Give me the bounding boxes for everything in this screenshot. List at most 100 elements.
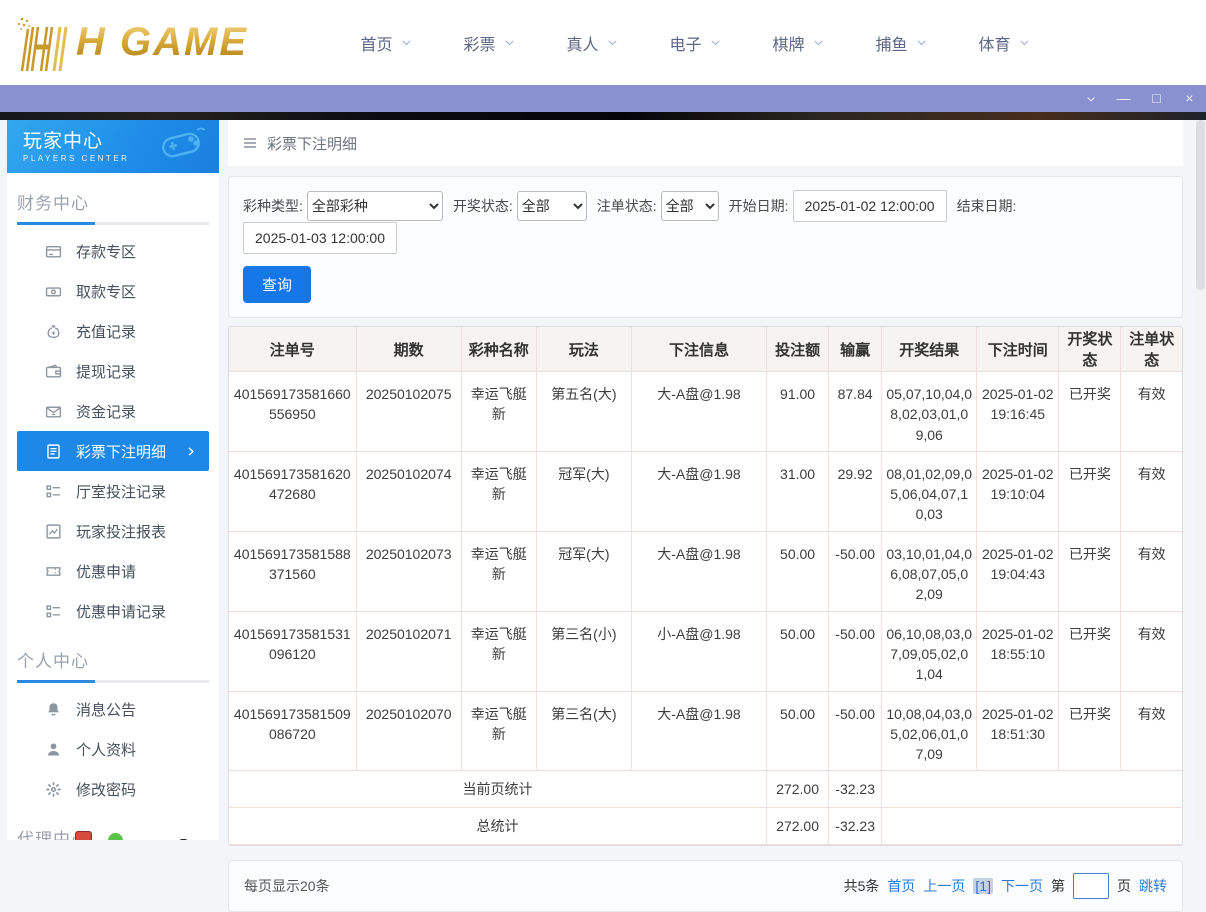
table-cell: 大-A盘@1.98 bbox=[630, 371, 768, 452]
column-header: 输赢 bbox=[828, 327, 883, 372]
nav-item-6[interactable]: 体育 bbox=[953, 31, 1056, 55]
sidebar-item-recharge-record[interactable]: 充值记录 bbox=[17, 311, 209, 351]
scrollbar-thumb[interactable] bbox=[1196, 120, 1205, 290]
lottery-type-label: 彩种类型: bbox=[243, 198, 303, 214]
table-cell: 50.00 bbox=[766, 690, 830, 772]
sidebar-item-withdraw[interactable]: 取款专区 bbox=[17, 271, 209, 311]
sidebar-item-withdrawal-record[interactable]: 提现记录 bbox=[17, 351, 209, 391]
table-cell: -50.00 bbox=[828, 530, 883, 612]
jump-page-input[interactable] bbox=[1073, 873, 1109, 900]
table-cell: 第三名(小) bbox=[535, 610, 632, 692]
nav-item-label: 电子 bbox=[669, 36, 702, 54]
table-cell: 20250102073 bbox=[355, 530, 462, 612]
summary-winloss-total: -32.23 bbox=[828, 807, 883, 846]
prev-page-link[interactable]: 上一页 bbox=[923, 876, 965, 896]
nav-item-label: 棋牌 bbox=[772, 36, 805, 54]
player-bet-report-icon bbox=[45, 523, 62, 540]
window-minimize-button[interactable]: — bbox=[1107, 85, 1140, 112]
draw-status-select[interactable]: 全部 bbox=[516, 191, 587, 221]
sidebar-item-label: 资金记录 bbox=[76, 403, 137, 421]
sidebar-item-profile[interactable]: 个人资料 bbox=[17, 729, 209, 769]
chevron-down-icon bbox=[915, 36, 928, 49]
table-cell: -50.00 bbox=[828, 690, 883, 772]
first-page-link[interactable]: 首页 bbox=[887, 876, 915, 896]
query-button[interactable]: 查询 bbox=[243, 266, 312, 303]
summary-label: 当前页统计 bbox=[229, 770, 768, 809]
table-row: 401569173581509086720 20250102070 幸运飞艇新 第三名… bbox=[229, 690, 1182, 772]
table-cell: 10,08,04,03,05,02,06,01,07,09 bbox=[881, 690, 978, 772]
window-chevron-button[interactable] bbox=[1074, 85, 1107, 112]
nav-item-1[interactable]: 彩票 bbox=[438, 31, 541, 55]
nav-item-label: 捕鱼 bbox=[875, 36, 908, 54]
table-cell: 2025-01-02 18:55:10 bbox=[976, 610, 1060, 692]
window-maximize-button[interactable]: □ bbox=[1140, 85, 1173, 112]
lottery-type-select[interactable]: 全部彩种 bbox=[306, 191, 443, 221]
start-date-input[interactable] bbox=[792, 190, 947, 222]
table-cell: 401569173581509086720 bbox=[229, 690, 357, 772]
nav-item-5[interactable]: 捕鱼 bbox=[850, 31, 953, 55]
menu-icon[interactable] bbox=[242, 135, 258, 151]
summary-bet-total: 272.00 bbox=[766, 770, 830, 809]
sidebar-item-player-bet-report[interactable]: 玩家投注报表 bbox=[17, 511, 209, 551]
sidebar-item-lottery-bet-detail[interactable]: 彩票下注明细 bbox=[17, 431, 209, 471]
banner-strip bbox=[0, 112, 1206, 120]
window-close-button[interactable]: × bbox=[1173, 85, 1206, 112]
chevron-down-icon bbox=[606, 36, 619, 49]
table-cell: 大-A盘@1.98 bbox=[630, 450, 768, 532]
table-cell: 冠军(大) bbox=[535, 450, 632, 532]
nav-item-2[interactable]: 真人 bbox=[541, 31, 644, 55]
recharge-record-icon bbox=[45, 323, 62, 340]
summary-row-grand-total: 总统计 272.00 -32.23 bbox=[229, 807, 1182, 846]
table-cell: 有效 bbox=[1120, 610, 1182, 692]
scrollbar-track[interactable] bbox=[1195, 120, 1206, 840]
nav-item-3[interactable]: 电子 bbox=[644, 31, 747, 55]
chevron-down-icon bbox=[1086, 97, 1095, 102]
sidebar-item-password-gear[interactable]: 修改密码 bbox=[17, 769, 209, 809]
sidebar-item-label: 优惠申请记录 bbox=[76, 603, 167, 621]
table-cell: 20250102074 bbox=[355, 450, 462, 532]
table-cell: 已开奖 bbox=[1058, 371, 1122, 452]
nav-item-0[interactable]: 首页 bbox=[335, 31, 438, 55]
chevron-down-icon bbox=[812, 36, 825, 49]
table-cell: 2025-01-02 19:04:43 bbox=[976, 530, 1060, 612]
sidebar-item-notice-bell[interactable]: 消息公告 bbox=[17, 689, 209, 729]
sidebar-item-hall-bet-record[interactable]: 厅室投注记录 bbox=[17, 471, 209, 511]
peek-red-icon bbox=[75, 831, 92, 840]
table-cell: 20250102071 bbox=[355, 610, 462, 692]
table-cell: 401569173581660556950 bbox=[229, 371, 357, 452]
pagination-bar: 每页显示20条 共5条 首页 上一页 [1] 下一页 第 页 跳转 bbox=[228, 860, 1183, 912]
table-cell: 06,10,08,03,07,09,05,02,01,04 bbox=[881, 610, 978, 692]
table-cell: 05,07,10,04,08,02,03,01,09,06 bbox=[881, 371, 978, 452]
sidebar-item-promo-apply[interactable]: 优惠申请 bbox=[17, 551, 209, 591]
table-cell: 冠军(大) bbox=[535, 530, 632, 612]
table-cell: 29.92 bbox=[828, 450, 883, 532]
table-row: 401569173581620472680 20250102074 幸运飞艇新 冠军(… bbox=[229, 450, 1182, 532]
logo-text: H GAME bbox=[76, 20, 248, 64]
nav-item-4[interactable]: 棋牌 bbox=[747, 31, 850, 55]
column-header: 开奖结果 bbox=[881, 327, 978, 372]
table-cell: 87.84 bbox=[828, 371, 883, 452]
end-date-input[interactable] bbox=[243, 222, 397, 254]
chevron-down-icon bbox=[503, 36, 516, 49]
table-cell: 50.00 bbox=[766, 610, 830, 692]
logo: H GAME bbox=[14, 15, 289, 71]
table-cell: 2025-01-02 19:10:04 bbox=[976, 450, 1060, 532]
next-page-link[interactable]: 下一页 bbox=[1001, 876, 1043, 896]
sidebar-item-promo-record[interactable]: 优惠申请记录 bbox=[17, 591, 209, 631]
order-status-select[interactable]: 全部 bbox=[660, 191, 719, 221]
table-cell: 第五名(大) bbox=[535, 371, 632, 452]
table-cell: 20250102070 bbox=[355, 690, 462, 772]
chevron-down-icon bbox=[1018, 36, 1031, 49]
sidebar-item-funds-record[interactable]: 资金记录 bbox=[17, 391, 209, 431]
chevron-down-icon bbox=[400, 36, 413, 49]
chevron-down-icon bbox=[709, 36, 722, 49]
jump-button[interactable]: 跳转 bbox=[1139, 876, 1167, 896]
table-cell: 50.00 bbox=[766, 530, 830, 612]
table-cell: 小-A盘@1.98 bbox=[630, 610, 768, 692]
table-cell: 幸运飞艇新 bbox=[460, 371, 537, 452]
funds-record-icon bbox=[45, 403, 62, 420]
sidebar-item-deposit-card[interactable]: 存款专区 bbox=[17, 231, 209, 271]
password-gear-icon bbox=[45, 781, 62, 798]
nav-item-label: 彩票 bbox=[463, 36, 496, 54]
table-header-row: 注单号 期数 彩种名称 玩法 下注信息 投注额 输赢 开奖结果 下注时间 开奖状态 注单状态 bbox=[229, 327, 1182, 372]
